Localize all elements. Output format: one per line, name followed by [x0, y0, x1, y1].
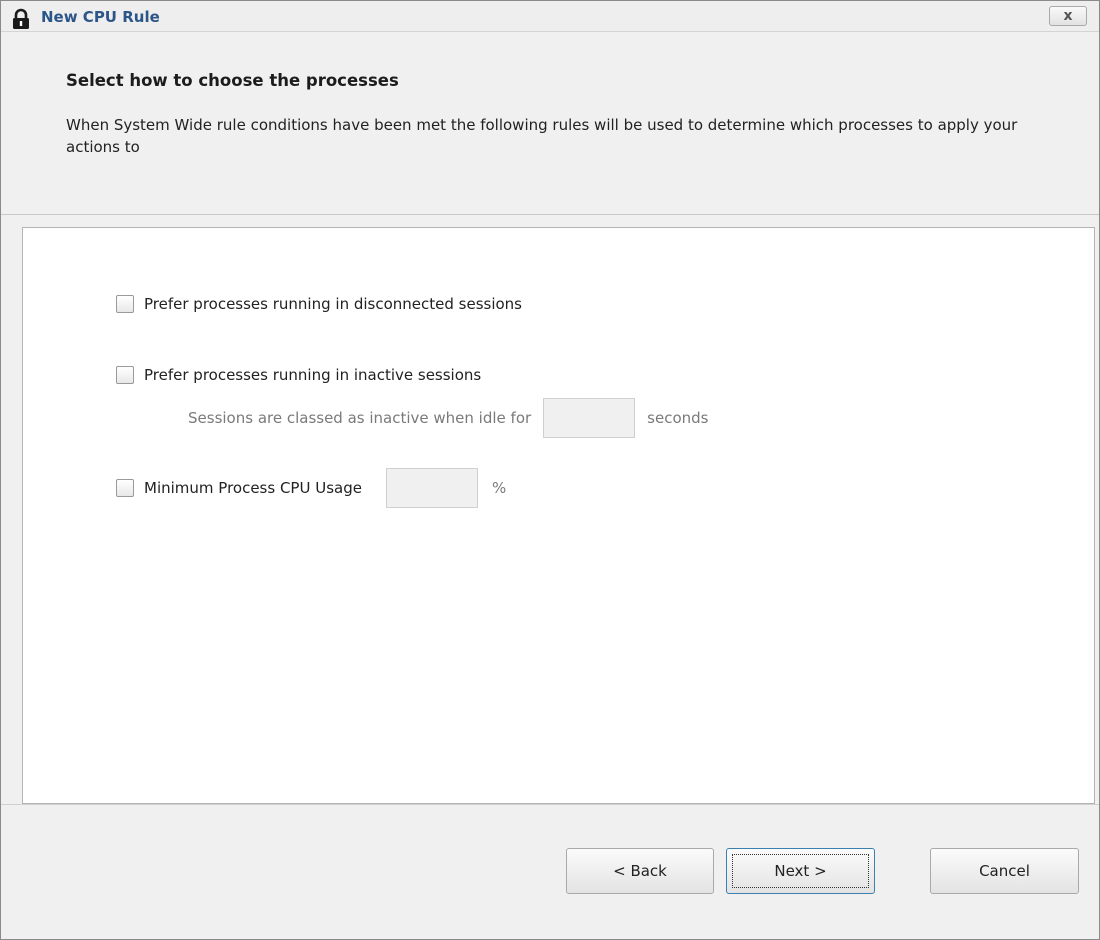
min-cpu-row: Minimum Process CPU Usage %	[116, 468, 506, 508]
padlock-icon	[13, 8, 29, 29]
idle-seconds-input[interactable]	[543, 398, 636, 438]
cancel-button[interactable]: Cancel	[930, 848, 1079, 894]
dialog-window: New CPU Rule x Select how to choose the …	[0, 0, 1100, 940]
close-button[interactable]: x	[1049, 6, 1087, 26]
min-cpu-checkbox[interactable]	[116, 479, 134, 497]
idle-seconds-prefix: Sessions are classed as inactive when id…	[188, 409, 532, 427]
disconnected-sessions-label[interactable]: Prefer processes running in disconnected…	[144, 295, 522, 313]
idle-seconds-suffix: seconds	[647, 409, 709, 427]
footer-divider	[1, 804, 1099, 805]
disconnected-sessions-checkbox[interactable]	[116, 295, 134, 313]
options-panel: Prefer processes running in disconnected…	[22, 227, 1095, 804]
close-icon: x	[1063, 8, 1073, 24]
title-bar: New CPU Rule x	[1, 1, 1099, 32]
min-cpu-input[interactable]	[385, 468, 478, 508]
inactive-sessions-checkbox[interactable]	[116, 366, 134, 384]
page-title: Select how to choose the processes	[66, 71, 399, 90]
idle-seconds-row: Sessions are classed as inactive when id…	[188, 398, 708, 438]
page-description: When System Wide rule conditions have be…	[66, 116, 1018, 156]
header-divider	[1, 214, 1099, 215]
disconnected-option-row: Prefer processes running in disconnected…	[116, 295, 522, 313]
inactive-option-row: Prefer processes running in inactive ses…	[116, 366, 481, 384]
window-title: New CPU Rule	[41, 8, 160, 26]
cancel-button-label: Cancel	[979, 862, 1030, 880]
next-button-label: Next >	[732, 854, 869, 888]
min-cpu-unit: %	[491, 479, 507, 497]
min-cpu-label[interactable]: Minimum Process CPU Usage	[144, 479, 362, 497]
back-button-label: < Back	[613, 862, 667, 880]
inactive-sessions-label[interactable]: Prefer processes running in inactive ses…	[144, 366, 481, 384]
next-button[interactable]: Next >	[726, 848, 875, 894]
back-button[interactable]: < Back	[566, 848, 714, 894]
